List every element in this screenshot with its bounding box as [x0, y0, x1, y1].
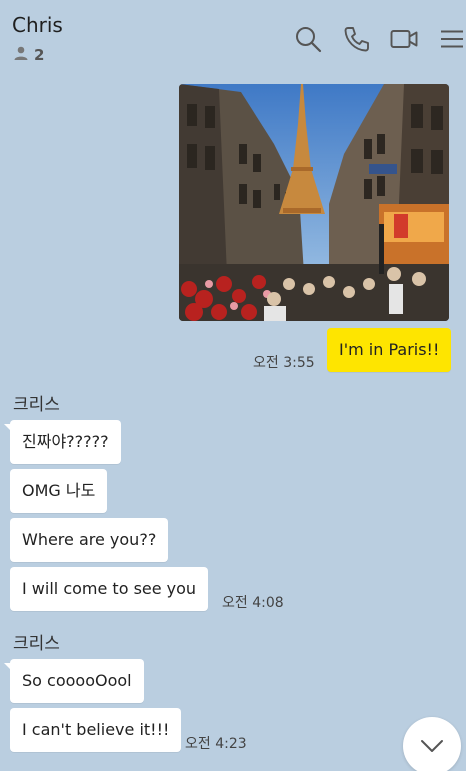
message-bubble[interactable]: So cooooOool — [10, 659, 144, 703]
member-count[interactable]: 2 — [13, 45, 44, 65]
chat-title: Chris — [12, 13, 63, 37]
member-count-value: 2 — [34, 46, 45, 64]
message-bubble[interactable]: I can't believe it!!! — [10, 708, 182, 752]
sender-name: 크리스 — [13, 395, 60, 415]
phone-icon[interactable] — [342, 24, 372, 54]
sender-name: 크리스 — [13, 634, 60, 654]
photo-message[interactable] — [179, 84, 449, 321]
scroll-to-bottom-button[interactable] — [403, 717, 461, 771]
message-time: 오전 4:23 — [185, 736, 247, 752]
message-bubble[interactable]: I will come to see you — [10, 567, 209, 611]
message-bubble[interactable]: OMG 나도 — [10, 469, 108, 513]
chat-header: Chris 2 — [0, 0, 466, 72]
message-bubble[interactable]: 진짜야????? — [10, 420, 121, 464]
menu-icon[interactable] — [437, 24, 466, 54]
search-icon[interactable] — [293, 24, 323, 54]
video-icon[interactable] — [389, 24, 419, 54]
message-time: 오전 3:55 — [253, 355, 315, 371]
message-time: 오전 4:08 — [222, 595, 284, 611]
person-icon — [13, 45, 29, 65]
paris-photo — [179, 84, 449, 321]
message-bubble[interactable]: Where are you?? — [10, 518, 169, 562]
chevron-down-icon — [421, 740, 443, 752]
my-message-bubble[interactable]: I'm in Paris!! — [327, 328, 452, 372]
